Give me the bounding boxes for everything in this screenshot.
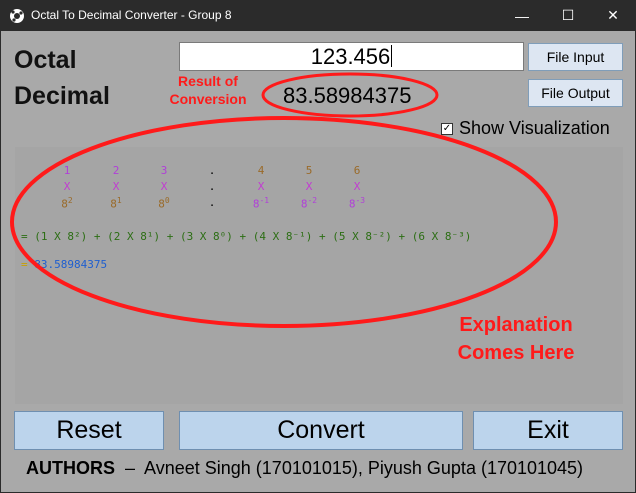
authors-dash: – bbox=[125, 458, 136, 478]
base-power-cell: 8-2 bbox=[300, 196, 318, 211]
digit-cell: 2 bbox=[112, 164, 120, 177]
octal-input-value: 123.456 bbox=[310, 44, 391, 69]
result-line: = 83.58984375 bbox=[21, 258, 107, 271]
text-caret bbox=[391, 45, 393, 67]
times-cell: X bbox=[63, 180, 71, 193]
digit-cell: 3 bbox=[160, 164, 168, 177]
octal-label: Octal bbox=[14, 46, 77, 74]
maximize-button[interactable]: ☐ bbox=[545, 0, 591, 31]
explanation-annotation-line1: Explanation bbox=[459, 314, 573, 336]
main-panel: Octal Decimal 123.456 83.58984375 File I… bbox=[1, 31, 635, 492]
authors-names: Avneet Singh (170101015), Piyush Gupta (… bbox=[144, 458, 584, 478]
digit-cell: 4 bbox=[257, 164, 265, 177]
result-annotation-line2: Conversion bbox=[169, 91, 247, 107]
authors-line: AUTHORS – Avneet Singh (170101015), Piyu… bbox=[26, 458, 583, 479]
base-power-cell: 82 bbox=[61, 196, 73, 211]
digit-cell: 5 bbox=[305, 164, 313, 177]
minimize-button[interactable]: — bbox=[499, 0, 545, 31]
times-cell: X bbox=[160, 180, 168, 193]
times-cell: X bbox=[305, 180, 313, 193]
base-power-cell: . bbox=[208, 196, 216, 209]
result-annotation: Result of Conversion bbox=[158, 72, 258, 108]
digit-cell: . bbox=[208, 164, 216, 177]
exit-button[interactable]: Exit bbox=[473, 411, 623, 450]
app-icon bbox=[10, 9, 24, 23]
base-power-cell: 8-1 bbox=[252, 196, 270, 211]
authors-label: AUTHORS bbox=[26, 458, 115, 478]
show-visualization-toggle[interactable]: ✓ Show Visualization bbox=[441, 118, 610, 139]
decimal-result: 83.58984375 bbox=[283, 83, 412, 108]
exponent: 1 bbox=[116, 196, 122, 205]
exponent: 2 bbox=[67, 196, 73, 205]
exponent: 0 bbox=[164, 196, 170, 205]
expansion-line: = (1 X 8²) + (2 X 8¹) + (3 X 8⁰) + (4 X … bbox=[21, 230, 472, 243]
convert-button[interactable]: Convert bbox=[179, 411, 463, 450]
result-eq-sign: = bbox=[21, 258, 28, 271]
exponent: -3 bbox=[355, 196, 366, 205]
octal-input[interactable]: 123.456 bbox=[179, 42, 524, 71]
digit-cell: 6 bbox=[353, 164, 361, 177]
close-button[interactable]: ✕ bbox=[590, 0, 636, 31]
base-power-cell: 8-3 bbox=[348, 196, 366, 211]
result-annotation-line1: Result of bbox=[178, 73, 238, 89]
title-bar: Octal To Decimal Converter - Group 8 — ☐… bbox=[0, 0, 636, 31]
show-visualization-label: Show Visualization bbox=[459, 118, 610, 138]
result-line-value: 83.58984375 bbox=[34, 258, 108, 271]
file-output-button[interactable]: File Output bbox=[528, 79, 623, 107]
file-input-button[interactable]: File Input bbox=[528, 43, 623, 71]
exponent: -1 bbox=[259, 196, 270, 205]
reset-button[interactable]: Reset bbox=[14, 411, 164, 450]
decimal-label: Decimal bbox=[14, 82, 110, 110]
explanation-annotation-line2: Comes Here bbox=[457, 342, 575, 364]
times-cell: X bbox=[353, 180, 361, 193]
digit-cell: 1 bbox=[63, 164, 71, 177]
show-visualization-checkbox[interactable]: ✓ bbox=[441, 122, 453, 135]
base-power-cell: 81 bbox=[110, 196, 122, 211]
window-title: Octal To Decimal Converter - Group 8 bbox=[31, 8, 232, 22]
times-cell: . bbox=[208, 180, 216, 193]
explanation-annotation: Explanation Comes Here bbox=[441, 311, 591, 367]
times-cell: X bbox=[257, 180, 265, 193]
times-cell: X bbox=[112, 180, 120, 193]
exponent: -2 bbox=[307, 196, 318, 205]
base-power-cell: 80 bbox=[158, 196, 170, 211]
